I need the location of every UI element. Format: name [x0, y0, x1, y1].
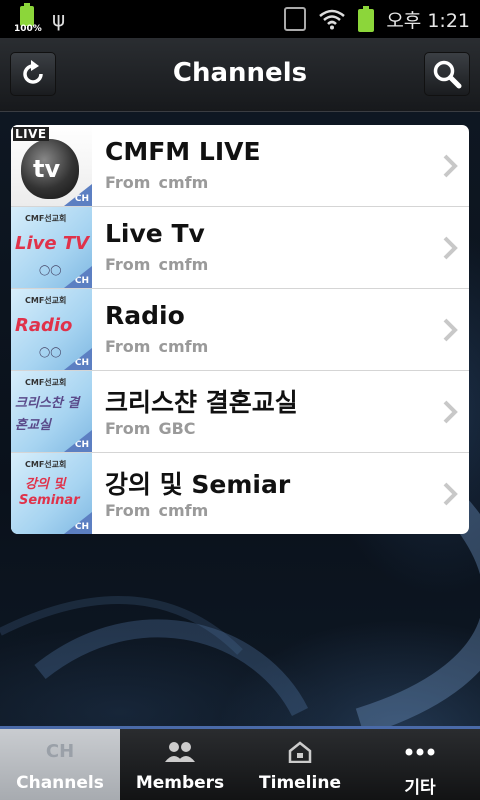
- ch-badge: CH: [64, 348, 92, 370]
- ch-badge: CH: [64, 266, 92, 288]
- channel-owner: From GBC: [105, 419, 196, 438]
- chevron-right-icon: [443, 400, 458, 424]
- seminar-ko-logo-text: 강의 및: [25, 477, 66, 492]
- channel-thumbnail: CMF선교회 Live TV ◯◯ CH: [11, 207, 92, 288]
- tv-logo-text: tv: [33, 155, 61, 183]
- vibrate-icon: [284, 7, 307, 31]
- battery-percent: 100%: [14, 24, 42, 34]
- channel-row[interactable]: CMF선교회 크리스찬 결혼교실 CH 크리스챤 결혼교실 From GBC: [11, 371, 469, 453]
- channel-thumbnail: CMF선교회 Radio ◯◯ CH: [11, 289, 92, 370]
- bottom-tab-bar: CH Channels Members Timeline 기타: [0, 726, 480, 800]
- channel-owner: From cmfm: [105, 501, 209, 520]
- channel-owner: From cmfm: [105, 255, 209, 274]
- channel-owner: From cmfm: [105, 173, 209, 192]
- cmf-logo-text: CMF선교회: [25, 296, 67, 305]
- tab-label: 기타: [404, 778, 436, 798]
- tab-label: Timeline: [259, 773, 341, 793]
- ch-icon: CH: [45, 741, 75, 762]
- channel-name: Radio: [105, 301, 185, 330]
- rings-icon: ◯◯: [39, 265, 62, 276]
- live-tv-logo-text: Live TV: [15, 233, 90, 254]
- channel-row[interactable]: CMF선교회 Live TV ◯◯ CH Live Tv From cmfm: [11, 207, 469, 289]
- chevron-right-icon: [443, 482, 458, 506]
- chevron-right-icon: [443, 154, 458, 178]
- radio-logo-text: Radio: [15, 315, 73, 336]
- page-title: Channels: [172, 58, 308, 88]
- title-bar: Channels: [0, 38, 480, 112]
- channel-owner: From cmfm: [105, 337, 209, 356]
- channel-thumbnail: CMF선교회 강의 및 Seminar CH: [11, 453, 92, 534]
- battery-icon: 100%: [14, 2, 42, 36]
- more-icon: [360, 741, 480, 763]
- cmf-logo-text: CMF선교회: [25, 378, 67, 387]
- cmf-logo-text: CMF선교회: [25, 460, 67, 469]
- seminar-en-logo-text: Seminar: [19, 493, 80, 508]
- channel-thumbnail: CMF선교회 크리스찬 결혼교실 CH: [11, 371, 92, 452]
- channel-name: 크리스챤 결혼교실: [105, 388, 298, 417]
- members-icon: [120, 741, 240, 763]
- channel-name: Live Tv: [105, 219, 205, 248]
- search-button[interactable]: [424, 52, 470, 96]
- channel-name: 강의 및 Semiar: [105, 470, 291, 499]
- ch-badge: CH: [64, 512, 92, 534]
- tab-label: Members: [135, 773, 225, 793]
- usb-icon: ψ: [52, 7, 66, 31]
- cmf-logo-text: CMF선교회: [25, 214, 67, 223]
- tab-timeline[interactable]: Timeline: [240, 729, 360, 800]
- channel-thumbnail: tv LIVE CH: [11, 125, 92, 206]
- rings-icon: ◯◯: [39, 347, 62, 358]
- channel-name: CMFM LIVE: [105, 137, 261, 166]
- tab-label: Channels: [16, 773, 104, 793]
- channel-row[interactable]: CMF선교회 강의 및 Seminar CH 강의 및 Semiar From c…: [11, 453, 469, 534]
- chevron-right-icon: [443, 318, 458, 342]
- channel-list: tv LIVE CH CMFM LIVE From cmfm CMF선교회 Liv…: [11, 125, 469, 534]
- channel-row[interactable]: tv LIVE CH CMFM LIVE From cmfm: [11, 125, 469, 207]
- live-badge: LIVE: [13, 127, 49, 141]
- tab-members[interactable]: Members: [120, 729, 240, 800]
- chevron-right-icon: [443, 236, 458, 260]
- wifi-icon: [319, 9, 346, 30]
- home-icon: [240, 741, 360, 763]
- clock: 오후 1:21: [386, 9, 470, 32]
- channel-row[interactable]: CMF선교회 Radio ◯◯ CH Radio From cmfm: [11, 289, 469, 371]
- battery-icon: [358, 6, 375, 32]
- tab-more[interactable]: 기타: [360, 729, 480, 800]
- tab-channels[interactable]: CH Channels: [0, 729, 120, 800]
- status-bar: 100% ψ 오후 1:21: [0, 0, 480, 38]
- search-icon: [433, 60, 462, 89]
- wedding-class-logo-text: 크리스찬 결혼교실: [15, 396, 80, 433]
